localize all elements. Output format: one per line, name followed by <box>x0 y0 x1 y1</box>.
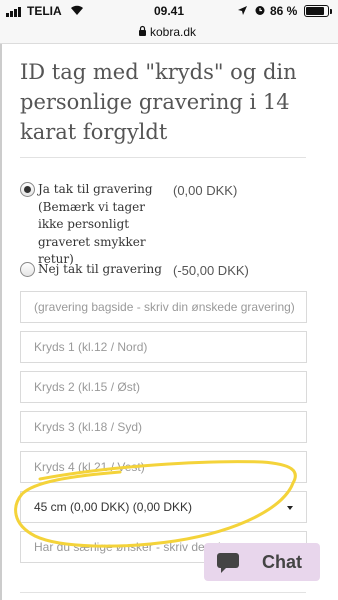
option-engraving-yes-price: (0,00 DKK) <box>173 183 238 198</box>
status-bar: TELIA 09.41 86 % <box>0 0 338 22</box>
location-icon <box>238 6 247 15</box>
kryds1-placeholder: Kryds 1 (kl.12 / Nord) <box>34 340 148 354</box>
alarm-icon <box>255 6 265 15</box>
browser-url-bar[interactable]: kobra.dk <box>0 22 338 44</box>
radio-engraving-no[interactable] <box>20 262 35 277</box>
title-divider <box>20 157 306 158</box>
length-select[interactable]: 45 cm (0,00 DKK) (0,00 DKK) <box>20 491 307 523</box>
chat-bubble-icon <box>217 553 239 573</box>
kryds1-input[interactable]: Kryds 1 (kl.12 / Nord) <box>20 331 307 363</box>
lock-icon <box>139 25 146 36</box>
length-select-value: 45 cm (0,00 DKK) (0,00 DKK) <box>34 500 193 514</box>
option-engraving-no[interactable]: Nej tak til gravering <box>20 261 170 281</box>
option-engraving-yes[interactable]: Ja tak til gravering (Bemærk vi tager ik… <box>20 181 170 266</box>
kryds2-placeholder: Kryds 2 (kl.15 / Øst) <box>34 380 141 394</box>
option-engraving-yes-label: Ja tak til gravering (Bemærk vi tager ik… <box>38 182 153 266</box>
page-edge-divider <box>0 44 2 600</box>
option-engraving-no-price: (-50,00 DKK) <box>173 263 249 278</box>
dropdown-caret-icon <box>287 506 293 510</box>
engraving-back-input[interactable]: (gravering bagside - skriv din ønskede g… <box>20 291 307 323</box>
chat-label: Chat <box>262 552 302 572</box>
radio-engraving-yes[interactable] <box>20 182 35 197</box>
kryds4-placeholder: Kryds 4 (kl.21 / Vest) <box>34 460 145 474</box>
bottom-divider <box>20 592 306 593</box>
kryds4-input[interactable]: Kryds 4 (kl.21 / Vest) <box>20 451 307 483</box>
option-engraving-no-label: Nej tak til gravering <box>38 262 162 276</box>
kryds3-placeholder: Kryds 3 (kl.18 / Syd) <box>34 420 143 434</box>
battery-icon <box>304 5 332 17</box>
kryds2-input[interactable]: Kryds 2 (kl.15 / Øst) <box>20 371 307 403</box>
url-text: kobra.dk <box>150 25 197 39</box>
engraving-back-placeholder: (gravering bagside - skriv din ønskede g… <box>34 300 295 314</box>
chat-button[interactable]: Chat <box>204 543 320 581</box>
kryds3-input[interactable]: Kryds 3 (kl.18 / Syd) <box>20 411 307 443</box>
battery-percent: 86 % <box>270 4 298 18</box>
product-title: ID tag med "kryds" og din personlige gra… <box>20 60 297 144</box>
